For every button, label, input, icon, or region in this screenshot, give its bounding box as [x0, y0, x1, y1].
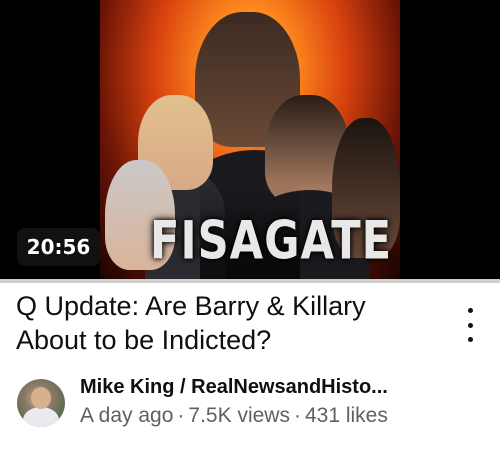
more-dot [467, 308, 473, 313]
channel-name[interactable]: Mike King / RealNewsandHisto... [80, 376, 388, 399]
watch-progress-fill [0, 279, 500, 283]
video-title[interactable]: Q Update: Are Barry & Killary About to b… [16, 289, 441, 357]
meta-separator: · [293, 404, 301, 427]
avatar-shirt [23, 407, 59, 427]
upload-age: A day ago [80, 404, 174, 427]
meta-separator: · [177, 404, 185, 427]
like-count: 431 likes [304, 404, 388, 427]
more-vert-icon[interactable] [458, 305, 482, 345]
avatar-face [31, 387, 51, 409]
more-dot [467, 322, 473, 328]
video-metadata: A day ago · 7.5K views · 431 likes [80, 404, 388, 428]
channel-avatar[interactable] [17, 379, 65, 427]
more-dot [467, 337, 473, 342]
thumbnail-title-text: FISAGATE [150, 210, 393, 272]
watch-progress-bar [0, 279, 500, 283]
video-thumbnail[interactable]: FISAGATE 20:56 [0, 0, 500, 279]
view-count: 7.5K views [188, 404, 290, 427]
duration-badge: 20:56 [17, 228, 100, 266]
